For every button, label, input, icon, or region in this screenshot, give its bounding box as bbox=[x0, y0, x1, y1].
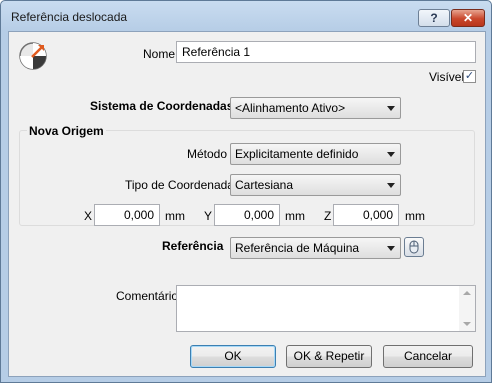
metodo-label: Método bbox=[187, 147, 228, 161]
z-unit: mm bbox=[405, 209, 425, 223]
tipo-select[interactable]: Cartesiana bbox=[230, 174, 401, 196]
ok-repetir-button[interactable]: OK & Repetir bbox=[286, 345, 372, 368]
tipo-label: Tipo de Coordenada bbox=[125, 178, 234, 192]
scroll-down-icon[interactable] bbox=[463, 322, 471, 326]
y-label: Y bbox=[204, 209, 213, 223]
pick-reference-button[interactable] bbox=[404, 237, 424, 257]
metodo-value: Explicitamente definido bbox=[235, 147, 359, 161]
referencia-label: Referência bbox=[162, 239, 224, 253]
sistema-value: <Alinhamento Ativo> bbox=[235, 101, 346, 115]
referencia-value: Referência de Máquina bbox=[235, 241, 360, 255]
y-input[interactable]: 0,000 bbox=[214, 204, 280, 226]
y-unit: mm bbox=[285, 209, 305, 223]
referencia-select[interactable]: Referência de Máquina bbox=[230, 237, 401, 259]
tipo-value: Cartesiana bbox=[235, 178, 294, 192]
mouse-pick-icon bbox=[409, 240, 419, 254]
nome-input[interactable]: Referência 1 bbox=[176, 41, 476, 63]
sistema-label: Sistema de Coordenadas bbox=[90, 99, 234, 113]
nome-label: Nome bbox=[143, 47, 176, 61]
metodo-select[interactable]: Explicitamente definido bbox=[230, 143, 401, 165]
window-title: Referência deslocada bbox=[11, 10, 128, 24]
z-label: Z bbox=[324, 209, 332, 223]
coordinate-frame-icon bbox=[19, 42, 47, 70]
x-unit: mm bbox=[165, 209, 185, 223]
help-button[interactable]: ? bbox=[418, 9, 450, 27]
visivel-checkbox[interactable]: ✓ bbox=[463, 70, 476, 83]
chevron-down-icon bbox=[387, 106, 395, 111]
ok-button[interactable]: OK bbox=[190, 345, 276, 368]
z-input[interactable]: 0,000 bbox=[333, 204, 399, 226]
nova-origem-label: Nova Origem bbox=[27, 124, 106, 138]
x-input[interactable]: 0,000 bbox=[94, 204, 160, 226]
cancelar-button[interactable]: Cancelar bbox=[383, 345, 473, 368]
comentario-scrollbar[interactable] bbox=[459, 286, 475, 331]
visivel-label: Visível bbox=[429, 70, 465, 84]
sistema-select[interactable]: <Alinhamento Ativo> bbox=[230, 97, 401, 119]
close-button[interactable]: ✕ bbox=[451, 9, 485, 27]
comentario-label: Comentário bbox=[116, 289, 179, 303]
title-bar[interactable]: Referência deslocada ? ✕ bbox=[1, 1, 491, 31]
dialog-window: Referência deslocada ? ✕ Nome Referência… bbox=[0, 0, 492, 383]
chevron-down-icon bbox=[387, 183, 395, 188]
chevron-down-icon bbox=[387, 246, 395, 251]
comentario-textarea[interactable] bbox=[176, 285, 476, 332]
scroll-up-icon[interactable] bbox=[463, 291, 471, 295]
dialog-body: Nome Referência 1 Visível ✓ Sistema de C… bbox=[8, 31, 486, 377]
chevron-down-icon bbox=[387, 152, 395, 157]
x-label: X bbox=[84, 209, 93, 223]
